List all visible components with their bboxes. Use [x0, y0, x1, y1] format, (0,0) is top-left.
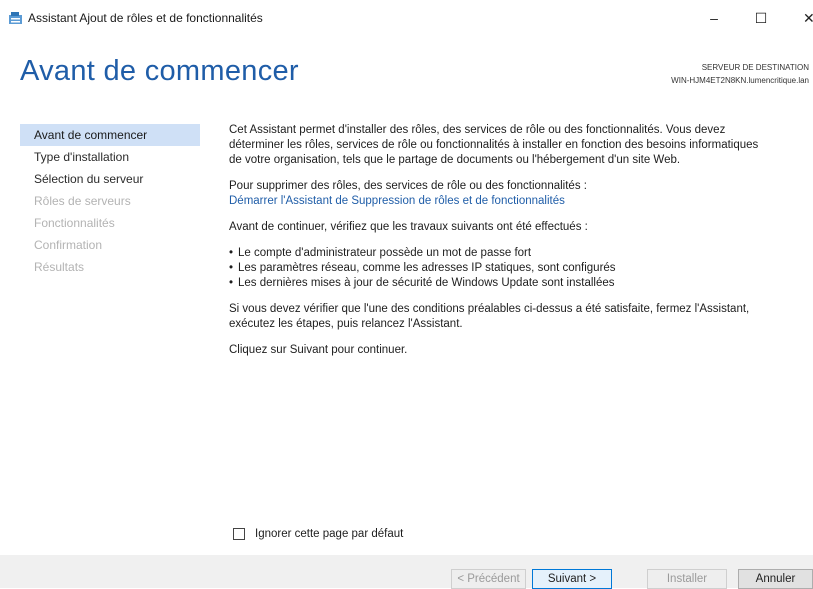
nav-item-confirmation: Confirmation — [34, 238, 103, 252]
nav-item-fonctionnalites: Fonctionnalités — [34, 216, 115, 230]
maximize-button[interactable]: ☐ — [741, 4, 781, 32]
intro-line: déterminer les rôles, services de rôle o… — [229, 139, 759, 151]
prereq-line: exécutez les étapes, puis relancez l'Ass… — [229, 318, 463, 330]
previous-button: < Précédent — [451, 569, 526, 589]
nav-item-type-installation[interactable]: Type d'installation — [20, 146, 200, 168]
intro-line: de votre organisation, tels que le parta… — [229, 154, 681, 166]
ignore-page-checkbox[interactable] — [233, 528, 245, 540]
window-title: Assistant Ajout de rôles et de fonctionn… — [28, 11, 263, 25]
nav-item-resultats: Résultats — [34, 260, 85, 274]
prereq-paragraph: Si vous devez vérifier que l'une des con… — [229, 302, 813, 332]
remove-text: Pour supprimer des rôles, des services d… — [229, 180, 587, 192]
destination-server-info: SERVEUR DE DESTINATION WIN-HJM4ET2N8KN.l… — [671, 61, 809, 87]
title-bar: Assistant Ajout de rôles et de fonctionn… — [0, 0, 813, 36]
remove-wizard-link[interactable]: Démarrer l'Assistant de Suppression de r… — [229, 194, 813, 209]
nav-item-avant-de-commencer[interactable]: Avant de commencer — [20, 124, 200, 146]
ignore-page-option[interactable]: Ignorer cette page par défaut — [233, 526, 403, 542]
list-item: Les dernières mises à jour de sécurité d… — [229, 276, 813, 291]
intro-line: Cet Assistant permet d'installer des rôl… — [229, 124, 726, 136]
continue-text: Cliquez sur Suivant pour continuer. — [229, 344, 408, 356]
close-button[interactable]: ✕ — [793, 4, 813, 32]
remove-paragraph: Pour supprimer des rôles, des services d… — [229, 179, 813, 209]
page-title: Avant de commencer — [20, 55, 299, 87]
prerequisite-list: Le compte d'administrateur possède un mo… — [229, 246, 813, 291]
destination-server-name: WIN-HJM4ET2N8KN.lumencritique.lan — [671, 76, 809, 85]
wizard-steps-nav: Avant de commencer Type d'installation S… — [20, 124, 200, 278]
list-item: Les paramètres réseau, comme les adresse… — [229, 261, 813, 276]
next-button[interactable]: Suivant > — [532, 569, 612, 589]
destination-label: SERVEUR DE DESTINATION — [701, 63, 809, 72]
ignore-page-label[interactable]: Ignorer cette page par défaut — [255, 528, 403, 540]
cancel-button[interactable]: Annuler — [738, 569, 813, 589]
prereq-line: Si vous devez vérifier que l'une des con… — [229, 303, 750, 315]
minimize-button[interactable]: – — [694, 4, 734, 32]
server-manager-icon — [9, 12, 22, 24]
main-content: Cet Assistant permet d'installer des rôl… — [229, 123, 813, 369]
verify-text: Avant de continuer, vérifiez que les tra… — [229, 221, 588, 233]
install-button: Installer — [647, 569, 727, 589]
list-item: Le compte d'administrateur possède un mo… — [229, 246, 813, 261]
intro-paragraph: Cet Assistant permet d'installer des rôl… — [229, 123, 813, 168]
nav-item-roles-serveurs: Rôles de serveurs — [34, 194, 131, 208]
nav-item-selection-serveur[interactable]: Sélection du serveur — [20, 168, 200, 190]
